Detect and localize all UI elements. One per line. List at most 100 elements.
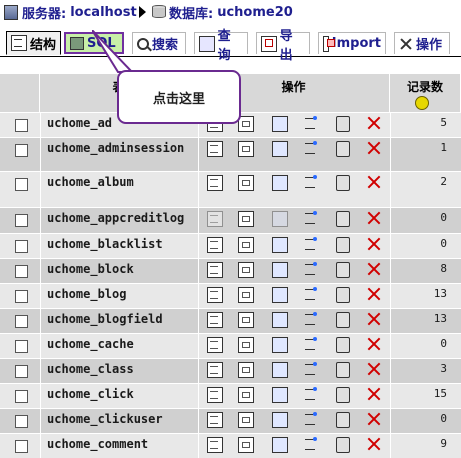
structure-icon[interactable]: [238, 237, 254, 253]
drop-icon[interactable]: [367, 237, 381, 251]
browse-icon[interactable]: [207, 412, 223, 428]
row-checkbox[interactable]: [15, 315, 28, 328]
structure-icon[interactable]: [238, 287, 254, 303]
table-name-link[interactable]: uchome_blog: [47, 287, 126, 301]
empty-icon[interactable]: [336, 262, 350, 278]
search-icon[interactable]: [272, 437, 288, 453]
structure-icon[interactable]: [238, 312, 254, 328]
row-checkbox[interactable]: [15, 290, 28, 303]
table-row[interactable]: uchome_adminsession 1: [0, 138, 461, 171]
row-checkbox[interactable]: [15, 365, 28, 378]
drop-icon[interactable]: [367, 337, 381, 351]
insert-icon[interactable]: [304, 412, 318, 426]
row-checkbox[interactable]: [15, 119, 28, 132]
row-checkbox[interactable]: [15, 178, 28, 191]
search-icon[interactable]: [272, 175, 288, 191]
row-checkbox[interactable]: [15, 415, 28, 428]
empty-icon[interactable]: [336, 437, 350, 453]
database-value[interactable]: uchome20: [217, 5, 293, 20]
empty-icon[interactable]: [336, 116, 350, 132]
row-checkbox[interactable]: [15, 265, 28, 278]
table-name-link[interactable]: uchome_appcreditlog: [47, 211, 184, 225]
tab-export[interactable]: 导出: [256, 29, 310, 63]
browse-icon[interactable]: [207, 362, 223, 378]
table-name-link[interactable]: uchome_album: [47, 175, 134, 189]
browse-icon[interactable]: [207, 175, 223, 191]
browse-icon[interactable]: [207, 312, 223, 328]
row-checkbox[interactable]: [15, 440, 28, 453]
insert-icon[interactable]: [304, 287, 318, 301]
tab-operations[interactable]: 操作: [394, 32, 450, 54]
table-name-link[interactable]: uchome_class: [47, 362, 134, 376]
drop-icon[interactable]: [367, 211, 381, 225]
row-checkbox[interactable]: [15, 144, 28, 157]
table-row[interactable]: uchome_album 2: [0, 172, 461, 207]
row-checkbox[interactable]: [15, 240, 28, 253]
table-row[interactable]: uchome_blacklist 0: [0, 234, 461, 258]
insert-icon[interactable]: [304, 312, 318, 326]
structure-icon[interactable]: [238, 175, 254, 191]
insert-icon[interactable]: [304, 337, 318, 351]
database-crumb[interactable]: 数据库: uchome20: [152, 4, 293, 22]
drop-icon[interactable]: [367, 362, 381, 376]
table-row[interactable]: uchome_cache 0: [0, 334, 461, 358]
empty-icon[interactable]: [336, 412, 350, 428]
browse-icon[interactable]: [207, 262, 223, 278]
empty-icon[interactable]: [336, 337, 350, 353]
structure-icon[interactable]: [238, 262, 254, 278]
browse-icon[interactable]: [207, 211, 223, 227]
search-icon[interactable]: [272, 211, 288, 227]
empty-icon[interactable]: [336, 237, 350, 253]
drop-icon[interactable]: [367, 312, 381, 326]
tab-import[interactable]: Import: [318, 32, 386, 54]
table-name-link[interactable]: uchome_blogfield: [47, 312, 163, 326]
search-icon[interactable]: [272, 387, 288, 403]
drop-icon[interactable]: [367, 175, 381, 189]
table-name-link[interactable]: uchome_click: [47, 387, 134, 401]
table-row[interactable]: uchome_clickuser 0: [0, 409, 461, 433]
browse-icon[interactable]: [207, 237, 223, 253]
structure-icon[interactable]: [238, 387, 254, 403]
drop-icon[interactable]: [367, 412, 381, 426]
table-name-link[interactable]: uchome_block: [47, 262, 134, 276]
browse-icon[interactable]: [207, 387, 223, 403]
table-row[interactable]: uchome_blog 13: [0, 284, 461, 308]
structure-icon[interactable]: [238, 437, 254, 453]
table-row[interactable]: uchome_block 8: [0, 259, 461, 283]
drop-icon[interactable]: [367, 141, 381, 155]
search-icon[interactable]: [272, 237, 288, 253]
insert-icon[interactable]: [304, 362, 318, 376]
row-checkbox[interactable]: [15, 390, 28, 403]
structure-icon[interactable]: [238, 116, 254, 132]
structure-icon[interactable]: [238, 362, 254, 378]
browse-icon[interactable]: [207, 287, 223, 303]
table-name-link[interactable]: uchome_comment: [47, 437, 148, 451]
search-icon[interactable]: [272, 287, 288, 303]
drop-icon[interactable]: [367, 287, 381, 301]
insert-icon[interactable]: [304, 437, 318, 451]
table-name-link[interactable]: uchome_clickuser: [47, 412, 163, 426]
browse-icon[interactable]: [207, 337, 223, 353]
table-name-link[interactable]: uchome_cache: [47, 337, 134, 351]
drop-icon[interactable]: [367, 387, 381, 401]
table-name-link[interactable]: uchome_adminsession: [47, 141, 184, 155]
search-icon[interactable]: [272, 412, 288, 428]
insert-icon[interactable]: [304, 211, 318, 225]
search-icon[interactable]: [272, 141, 288, 157]
empty-icon[interactable]: [336, 175, 350, 191]
search-icon[interactable]: [272, 362, 288, 378]
empty-icon[interactable]: [336, 387, 350, 403]
structure-icon[interactable]: [238, 337, 254, 353]
drop-icon[interactable]: [367, 116, 381, 130]
structure-icon[interactable]: [238, 412, 254, 428]
search-icon[interactable]: [272, 312, 288, 328]
empty-icon[interactable]: [336, 141, 350, 157]
insert-icon[interactable]: [304, 116, 318, 130]
browse-icon[interactable]: [207, 437, 223, 453]
empty-icon[interactable]: [336, 211, 350, 227]
insert-icon[interactable]: [304, 387, 318, 401]
row-checkbox[interactable]: [15, 214, 28, 227]
search-icon[interactable]: [272, 337, 288, 353]
drop-icon[interactable]: [367, 262, 381, 276]
table-row[interactable]: uchome_appcreditlog 0: [0, 208, 461, 233]
